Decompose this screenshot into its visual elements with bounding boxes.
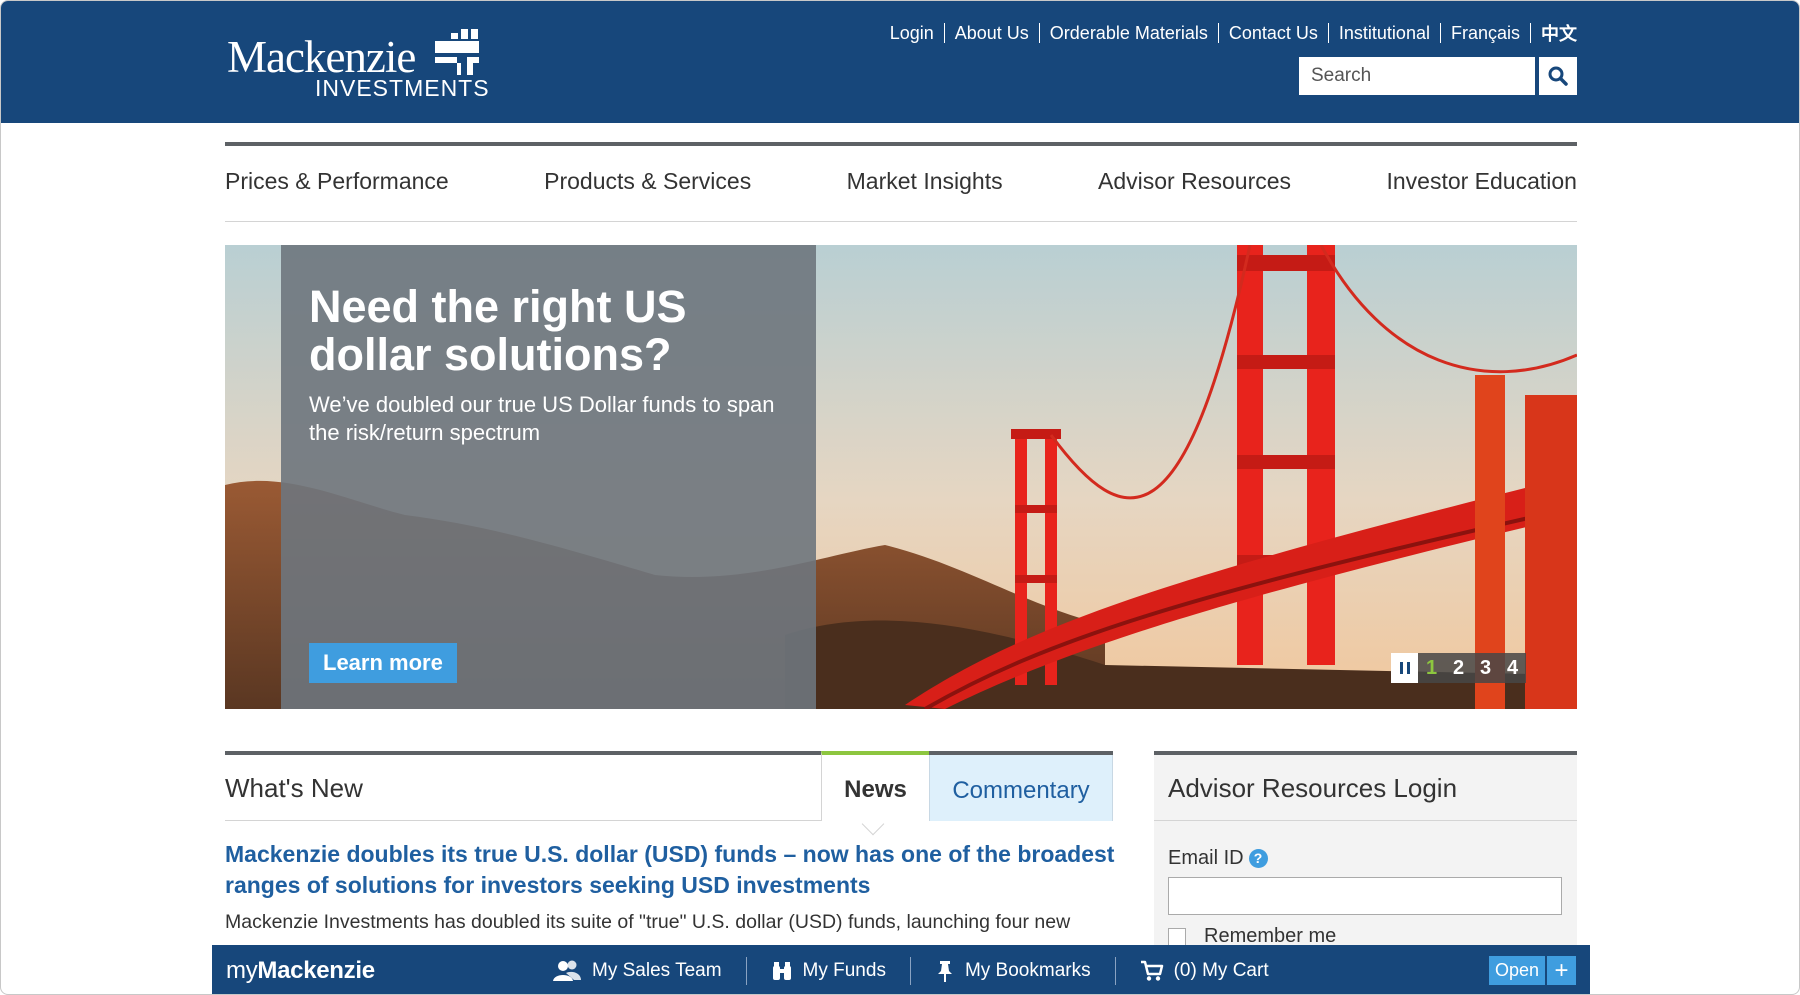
about-us-link[interactable]: About Us [955,23,1029,44]
email-field[interactable] [1168,877,1562,915]
slide-4-button[interactable]: 4 [1499,657,1526,680]
carousel-controls: 1 2 3 4 [1391,653,1526,683]
search-input[interactable] [1299,57,1535,95]
divider [1114,956,1116,985]
news-headline-link[interactable]: Mackenzie doubles its true U.S. dollar (… [225,839,1115,901]
search-button[interactable] [1539,57,1577,95]
francais-link[interactable]: Français [1451,23,1520,44]
search-icon [1548,66,1568,86]
tab-commentary[interactable]: Commentary [929,755,1113,821]
open-mymackenzie-button[interactable]: Open + [1488,956,1576,985]
site-header: Mackenzie INVESTMENTS Login About Us Ord… [1,1,1799,123]
my-cart-label: (0) My Cart [1173,959,1269,981]
chinese-link[interactable]: 中文 [1541,20,1577,46]
divider [1439,23,1441,43]
divider [1038,23,1040,43]
brand-name: Mackenzie [257,956,375,984]
hero-title: Need the right US dollar solutions? [309,281,687,380]
news-body-text: Mackenzie Investments has doubled its su… [225,911,1071,933]
learn-more-button[interactable]: Learn more [309,643,457,683]
nav-prices-performance[interactable]: Prices & Performance [225,168,449,199]
binoculars-icon [772,961,791,980]
slide-1-button[interactable]: 1 [1418,657,1445,680]
my-funds-label: My Funds [802,959,886,981]
pause-button[interactable] [1391,653,1418,683]
divider [909,956,911,985]
email-id-label: Email ID ? [1168,847,1268,870]
nav-market-insights[interactable]: Market Insights [847,168,1003,199]
login-link[interactable]: Login [890,23,934,44]
search-bar [1299,57,1577,95]
mackenzie-logo[interactable]: Mackenzie INVESTMENTS [227,23,489,103]
institutional-link[interactable]: Institutional [1339,23,1430,44]
slide-2-button[interactable]: 2 [1445,657,1472,680]
email-id-text: Email ID [1168,847,1244,869]
my-bookmarks-button[interactable]: My Bookmarks [935,960,1091,982]
slide-3-button[interactable]: 3 [1472,657,1499,680]
my-sales-team-label: My Sales Team [592,959,722,981]
whats-new-section: What's New News Commentary [225,751,1113,836]
my-bookmarks-label: My Bookmarks [964,959,1091,981]
divider [745,956,747,985]
brand-prefix: my [226,956,258,984]
contact-us-link[interactable]: Contact Us [1229,23,1318,44]
orderable-materials-link[interactable]: Orderable Materials [1050,23,1208,44]
hero-carousel: Need the right US dollar solutions? We’v… [225,245,1577,709]
plus-icon: + [1547,956,1576,985]
nav-advisor-resources[interactable]: Advisor Resources [1098,168,1291,199]
my-sales-team-button[interactable]: My Sales Team [552,960,722,982]
help-icon[interactable]: ? [1248,849,1268,868]
remember-me-checkbox[interactable] [1168,927,1186,946]
hero-subtitle: We’ve doubled our true US Dollar funds t… [309,392,775,445]
mymackenzie-brand: myMackenzie [226,957,552,985]
pause-icon [1399,662,1410,674]
my-cart-button[interactable]: (0) My Cart [1140,960,1269,982]
divider [1327,23,1329,43]
browser-page: Mackenzie INVESTMENTS Login About Us Ord… [0,0,1800,995]
nav-products-services[interactable]: Products & Services [544,168,751,199]
tab-news[interactable]: News [821,751,929,821]
divider [1217,23,1219,43]
main-navigation: Prices & Performance Products & Services… [225,142,1577,222]
people-icon [553,960,581,981]
whats-new-title: What's New [225,773,363,803]
mymackenzie-bar: myMackenzie My Sales Team My Funds My Bo… [212,945,1590,994]
open-label: Open [1488,956,1545,985]
cart-icon [1140,960,1163,981]
utility-nav: Login About Us Orderable Materials Conta… [890,20,1577,46]
divider [943,23,945,43]
login-title: Advisor Resources Login [1154,755,1577,821]
divider [1530,23,1531,43]
logo-subtext: INVESTMENTS [315,75,490,101]
my-funds-button[interactable]: My Funds [771,960,886,982]
pushpin-icon [937,960,952,982]
castle-logo-icon [435,29,479,75]
nav-investor-education[interactable]: Investor Education [1386,168,1577,199]
